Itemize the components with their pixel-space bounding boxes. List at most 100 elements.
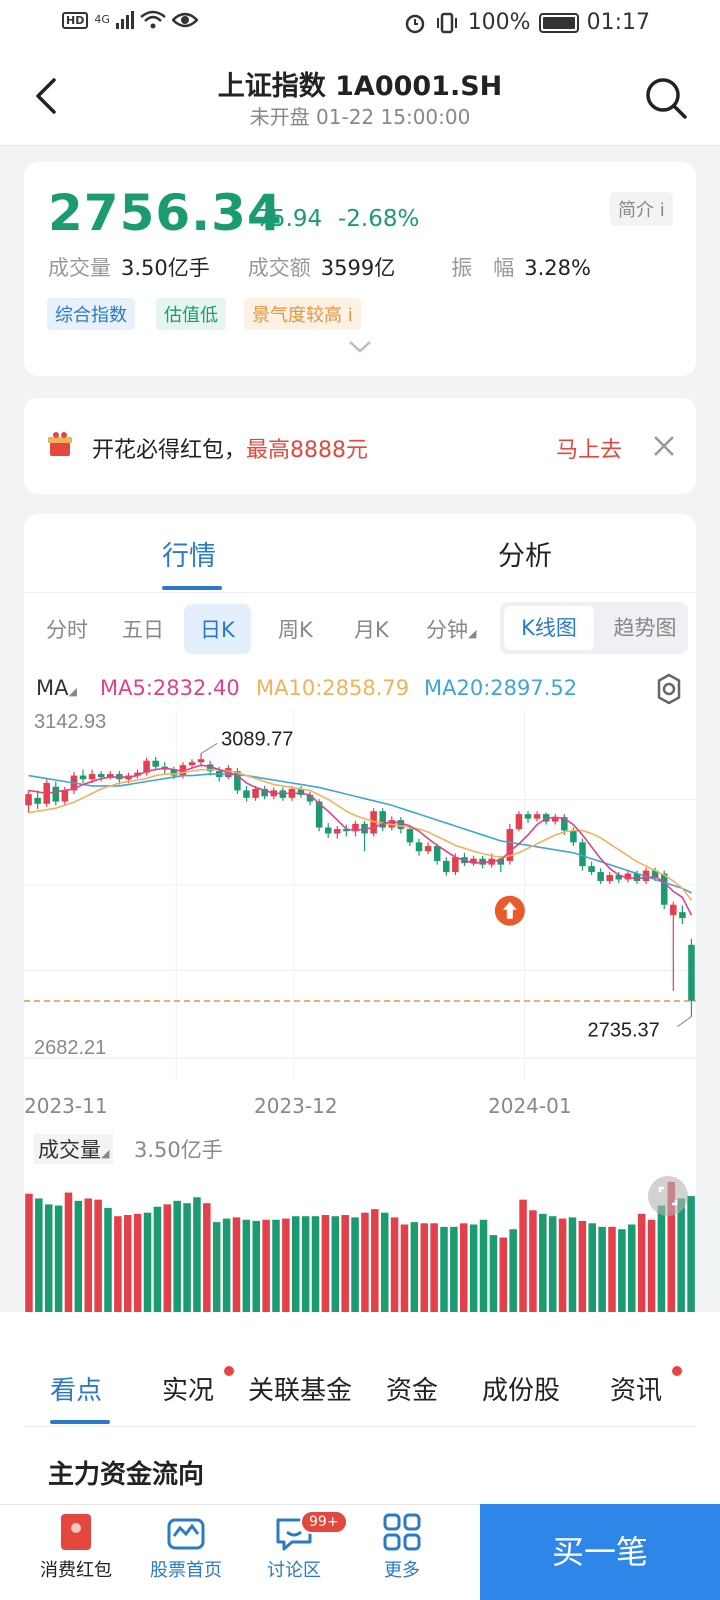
volume-bar bbox=[628, 1224, 636, 1312]
promo-text: 开花必得红包，最高8888元 bbox=[92, 432, 368, 464]
candle-body bbox=[334, 829, 341, 834]
candle-body bbox=[243, 790, 250, 798]
candle-body bbox=[197, 759, 205, 763]
nav-stock-home[interactable]: 股票首页 bbox=[136, 1512, 236, 1582]
tab-constituents[interactable]: 成份股 bbox=[482, 1370, 560, 1407]
x-axis-label: 2024-01 bbox=[488, 1094, 572, 1118]
network-label: 4G bbox=[94, 13, 110, 26]
chevron-down-icon[interactable] bbox=[348, 340, 372, 354]
price-change-percent: -2.68% bbox=[338, 206, 420, 232]
volume-bar bbox=[390, 1217, 399, 1312]
volume-label: 成交量 bbox=[38, 1138, 101, 1162]
divider bbox=[24, 1426, 696, 1427]
volume-bar bbox=[529, 1210, 537, 1312]
candlestick-chart[interactable]: 3142.93 2682.21 3089.77 2735.37 bbox=[24, 710, 696, 1080]
status-left: HD 4G bbox=[62, 10, 198, 30]
intro-label: 简介 bbox=[618, 200, 654, 221]
candle-body bbox=[452, 857, 459, 873]
stat-value: 3599亿 bbox=[320, 256, 396, 280]
event-marker-icon[interactable] bbox=[494, 895, 525, 926]
volume-bar bbox=[173, 1200, 181, 1312]
volume-bar bbox=[539, 1213, 547, 1312]
tag-composite-index[interactable]: 综合指数 bbox=[47, 298, 135, 330]
volume-bar bbox=[252, 1220, 260, 1312]
candle-body bbox=[406, 829, 414, 843]
volume-bar bbox=[311, 1216, 320, 1312]
dropdown-triangle-icon: ◢ bbox=[468, 627, 477, 640]
volume-bar bbox=[44, 1204, 53, 1312]
period-label: 分钟 bbox=[426, 618, 468, 642]
volume-bar bbox=[687, 1196, 695, 1312]
volume-bar bbox=[242, 1219, 251, 1312]
volume-bar bbox=[183, 1203, 191, 1312]
volume-bar bbox=[519, 1199, 527, 1312]
promo-go-button[interactable]: 马上去 bbox=[556, 432, 622, 464]
volume-chart[interactable] bbox=[24, 1166, 696, 1312]
tab-highlights[interactable]: 看点 bbox=[50, 1370, 102, 1407]
fullscreen-button[interactable] bbox=[648, 1176, 688, 1216]
tag-low-valuation[interactable]: 估值低 bbox=[156, 298, 226, 330]
candle-body bbox=[524, 814, 532, 819]
volume-bar bbox=[479, 1219, 488, 1312]
close-icon[interactable] bbox=[652, 434, 676, 458]
notification-dot bbox=[672, 1366, 682, 1376]
period-five-day[interactable]: 五日 bbox=[122, 614, 164, 644]
candle-body bbox=[188, 762, 196, 766]
volume-bar bbox=[420, 1223, 428, 1312]
tab-market[interactable]: 行情 bbox=[162, 534, 216, 573]
high-marker-label: 3089.77 bbox=[221, 728, 293, 750]
candle-body bbox=[606, 875, 613, 881]
page-title: 上证指数 1A0001.SH bbox=[217, 71, 503, 102]
period-minute[interactable]: 分钟◢ bbox=[426, 614, 476, 644]
volume-bar bbox=[272, 1219, 280, 1312]
tab-analysis[interactable]: 分析 bbox=[498, 534, 552, 573]
nav-label: 股票首页 bbox=[150, 1560, 222, 1581]
volume-bar bbox=[450, 1226, 458, 1312]
ma20-value: MA20:2897.52 bbox=[424, 676, 578, 700]
trend-mode-button[interactable]: 趋势图 bbox=[602, 606, 688, 650]
volume-bar bbox=[371, 1209, 379, 1312]
volume-bar bbox=[124, 1215, 132, 1312]
period-weekly-k[interactable]: 周K bbox=[278, 614, 313, 644]
candle-body bbox=[79, 775, 87, 780]
search-icon[interactable] bbox=[644, 76, 688, 120]
volume-bar bbox=[54, 1205, 63, 1312]
expand-icon bbox=[658, 1186, 678, 1206]
stat-amplitude: 振 幅 3.28% bbox=[451, 252, 591, 282]
volume-bar bbox=[232, 1217, 241, 1312]
tab-capital[interactable]: 资金 bbox=[386, 1370, 438, 1407]
volume-bar bbox=[133, 1213, 142, 1312]
volume-bar bbox=[548, 1216, 557, 1312]
tab-news[interactable]: 资讯 bbox=[610, 1370, 662, 1407]
divider bbox=[24, 592, 696, 593]
x-axis-label: 2023-11 bbox=[24, 1094, 108, 1118]
volume-bar bbox=[608, 1226, 616, 1312]
candle-body bbox=[61, 790, 69, 802]
battery-percent: 100% bbox=[467, 10, 531, 35]
period-daily-k[interactable]: 日K bbox=[184, 604, 251, 654]
buy-button[interactable]: 买一笔 bbox=[480, 1504, 720, 1600]
dropdown-triangle-icon: ◢ bbox=[101, 1147, 110, 1160]
volume-bar bbox=[568, 1217, 577, 1312]
tag-high-prosperity[interactable]: 景气度较高 ⅰ bbox=[244, 298, 361, 330]
volume-selector[interactable]: 成交量◢ bbox=[34, 1134, 114, 1164]
volume-bar bbox=[193, 1197, 201, 1312]
nav-more[interactable]: 更多 bbox=[352, 1512, 452, 1582]
volume-bar bbox=[637, 1213, 646, 1312]
gear-icon[interactable] bbox=[652, 672, 686, 706]
volume-bar bbox=[321, 1215, 330, 1312]
nav-consumer-coupon[interactable]: 消费红包 bbox=[26, 1512, 126, 1582]
period-intraday[interactable]: 分时 bbox=[46, 614, 88, 644]
candle-body bbox=[97, 774, 105, 778]
candle-body bbox=[424, 846, 432, 852]
volume-bar bbox=[489, 1235, 498, 1312]
candle-body bbox=[670, 904, 677, 916]
volume-bar bbox=[618, 1229, 626, 1312]
intro-button[interactable]: 简介 ⅰ bbox=[610, 192, 673, 226]
ma-selector[interactable]: MA◢ bbox=[36, 676, 77, 700]
volume-bar bbox=[84, 1198, 92, 1312]
tab-live[interactable]: 实况 bbox=[162, 1370, 214, 1407]
period-monthly-k[interactable]: 月K bbox=[354, 614, 389, 644]
kline-mode-button[interactable]: K线图 bbox=[504, 606, 594, 650]
tab-related-funds[interactable]: 关联基金 bbox=[248, 1370, 352, 1407]
